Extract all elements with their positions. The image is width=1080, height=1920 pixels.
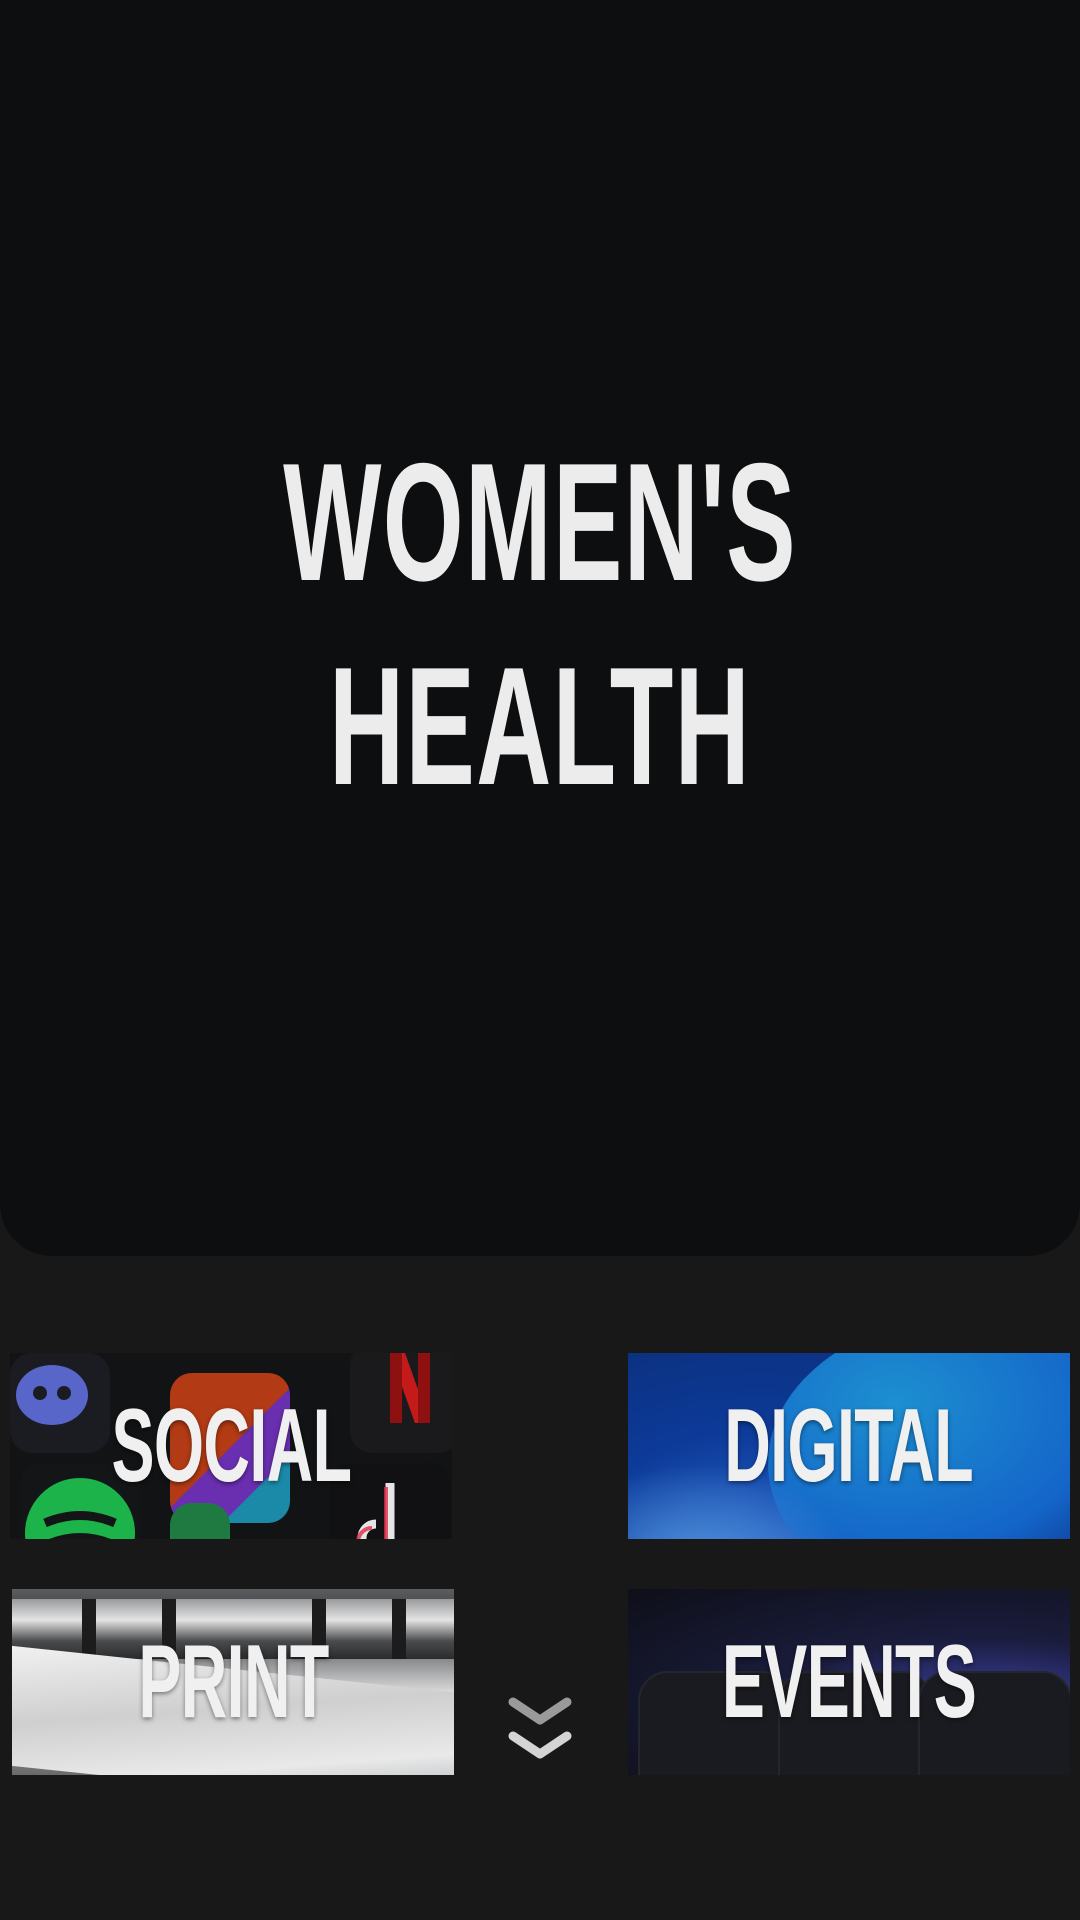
tile-digital[interactable]: DIGITAL xyxy=(628,1353,1070,1539)
title-line-1: WOMEN'S xyxy=(283,428,797,616)
tile-label-events: EVENTS xyxy=(721,1623,977,1740)
tile-social[interactable]: SOCIAL xyxy=(10,1353,452,1539)
green-app-icon xyxy=(170,1503,230,1539)
roller-band xyxy=(392,1599,406,1659)
hero-section: WOMEN'S HEALTH xyxy=(0,0,1080,1256)
tile-label-digital: DIGITAL xyxy=(724,1387,974,1504)
title-line-2: HEALTH xyxy=(328,632,752,820)
tile-print[interactable]: PRINT xyxy=(12,1589,454,1775)
roller-band xyxy=(82,1599,96,1659)
discord-icon xyxy=(10,1353,110,1453)
tile-label-print: PRINT xyxy=(137,1623,329,1740)
double-chevron-down-icon[interactable] xyxy=(505,1690,575,1770)
tile-label-social: SOCIAL xyxy=(111,1387,352,1504)
netflix-icon xyxy=(350,1353,452,1453)
page-title: WOMEN'S HEALTH xyxy=(0,420,1080,828)
tile-events[interactable]: EVENTS xyxy=(628,1589,1070,1775)
